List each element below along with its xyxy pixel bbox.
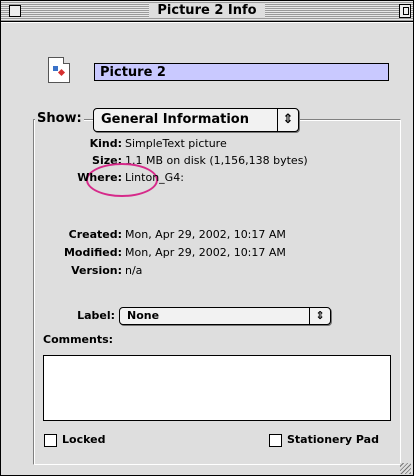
file-name-field[interactable]: Picture 2 xyxy=(94,63,389,81)
label-popup[interactable]: None ⇕ xyxy=(119,307,331,325)
label-popup-value: None xyxy=(127,309,160,322)
comments-field[interactable] xyxy=(43,355,391,421)
modified-label: Modified: xyxy=(63,246,122,259)
show-popup[interactable]: General Information ⇕ xyxy=(93,108,299,132)
show-popup-value: General Information xyxy=(101,112,249,127)
size-value: 1.1 MB on disk (1,156,138 bytes) xyxy=(125,154,308,167)
title-bar[interactable]: Picture 2 Info xyxy=(1,1,413,22)
zoom-box[interactable] xyxy=(399,4,411,18)
created-value: Mon, Apr 29, 2002, 10:17 AM xyxy=(125,228,286,241)
stationery-pad-checkbox[interactable] xyxy=(269,434,282,447)
kind-label: Kind: xyxy=(89,137,122,150)
updown-arrows-icon: ⇕ xyxy=(277,109,298,131)
info-window: Picture 2 Info Picture 2 Show: General I… xyxy=(0,0,414,476)
version-label: Version: xyxy=(71,264,122,277)
locked-checkbox[interactable] xyxy=(44,434,57,447)
modified-value: Mon, Apr 29, 2002, 10:17 AM xyxy=(125,246,286,259)
resize-grip-icon[interactable] xyxy=(400,463,411,474)
show-label: Show: xyxy=(35,109,84,129)
updown-arrows-icon: ⇕ xyxy=(309,308,330,324)
kind-value: SimpleText picture xyxy=(125,137,227,150)
created-label: Created: xyxy=(68,228,122,241)
window-body: Picture 2 Show: General Information ⇕ Ki… xyxy=(1,22,413,476)
locked-label: Locked xyxy=(62,433,106,446)
version-value: n/a xyxy=(125,264,143,277)
label-popup-label: Label: xyxy=(77,309,115,322)
window-title: Picture 2 Info xyxy=(1,2,413,20)
where-value: Linton_G4: xyxy=(125,171,184,184)
picture-file-icon xyxy=(48,57,70,83)
where-label: Where: xyxy=(77,171,122,184)
stationery-pad-label: Stationery Pad xyxy=(287,433,379,446)
comments-label: Comments: xyxy=(43,333,114,346)
